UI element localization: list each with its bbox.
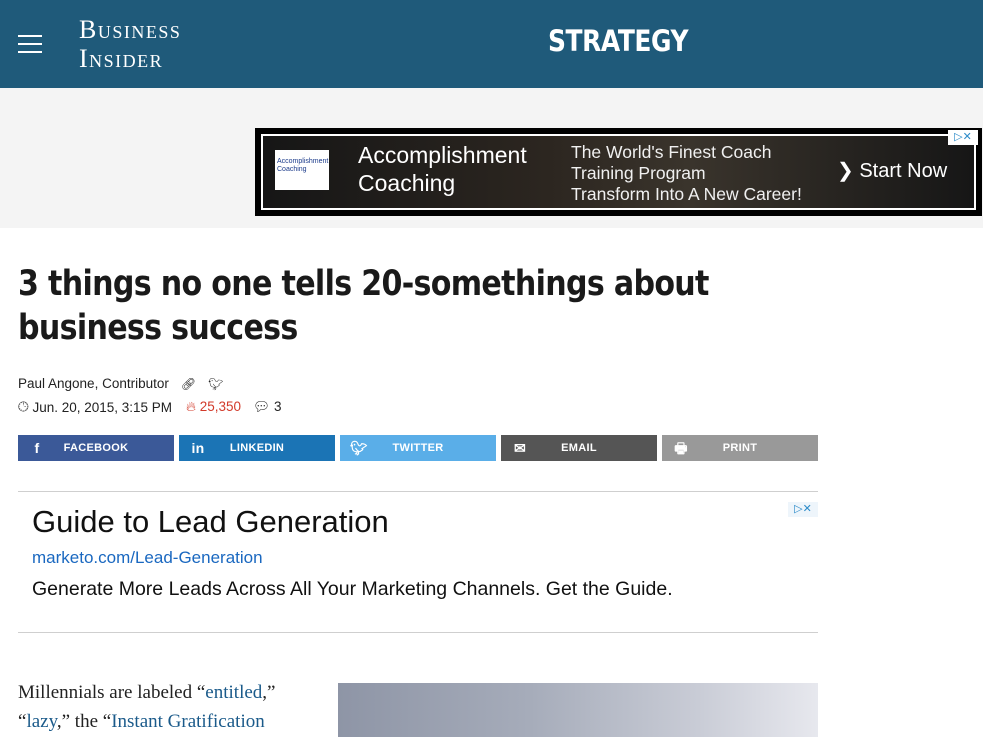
comment-count-value: 3 <box>273 399 282 414</box>
banner-copy-line-1: The World's Finest Coach <box>571 142 772 162</box>
facebook-label: FACEBOOK <box>63 442 129 454</box>
text-ad-url[interactable]: marketo.com/Lead-Generation <box>32 548 263 568</box>
banner-copy: The World's Finest Coach Training Progra… <box>571 142 802 205</box>
link-entitled[interactable]: entitled <box>205 682 262 703</box>
banner-brand: Accomplishment Coaching <box>358 141 527 197</box>
start-now-button[interactable]: ❯ Start Now <box>837 158 947 183</box>
printer-icon: 🖶︎ <box>674 440 688 456</box>
advertiser-logo: Accomplishment Coaching <box>275 150 329 190</box>
banner-ad[interactable]: Accomplishment Coaching Accomplishment C… <box>255 128 982 216</box>
banner-copy-line-2: Training Program <box>571 163 706 183</box>
logo-line-2: Insider <box>79 44 164 73</box>
facebook-share-button[interactable]: f FACEBOOK <box>18 435 174 461</box>
section-title[interactable]: STRATEGY <box>548 24 689 58</box>
article-body: Millennials are labeled “entitled,” “laz… <box>18 678 318 736</box>
text-ad-title[interactable]: Guide to Lead Generation <box>32 504 389 540</box>
adchoices-icon[interactable]: ▷✕ <box>948 130 978 145</box>
twitter-icon[interactable]: 🐦︎ <box>208 377 223 391</box>
body-text: ,” <box>262 682 276 703</box>
adchoices-icon[interactable]: ▷✕ <box>788 502 818 517</box>
byline: Paul Angone, Contributor 🔗︎ 🐦︎ <box>18 376 223 391</box>
site-header: Business Insider STRATEGY <box>0 0 983 88</box>
linkedin-share-button[interactable]: in LINKEDIN <box>179 435 335 461</box>
logo-line-1: Business <box>79 15 182 44</box>
body-text: Millennials are labeled “ <box>18 682 206 703</box>
linkedin-label: LINKEDIN <box>229 442 285 454</box>
facebook-icon: f <box>34 440 40 456</box>
flame-icon: 🔥︎ <box>186 399 196 414</box>
publish-date: Jun. 20, 2015, 3:15 PM <box>32 399 173 415</box>
link-icon[interactable]: 🔗︎ <box>181 377 196 391</box>
banner-ad-frame: Accomplishment Coaching Accomplishment C… <box>261 134 976 210</box>
banner-brand-line-1: Accomplishment <box>358 142 527 168</box>
top-ad-area: Accomplishment Coaching Accomplishment C… <box>0 88 983 228</box>
article-hero-image <box>338 683 818 737</box>
print-button[interactable]: 🖶︎ PRINT <box>662 435 818 461</box>
link-instant-gratification[interactable]: Instant Gratification <box>111 711 265 732</box>
text-ad: Guide to Lead Generation marketo.com/Lea… <box>18 491 818 633</box>
chevron-right-icon: ❯ <box>837 160 854 182</box>
banner-copy-line-3: Transform Into A New Career! <box>571 184 802 204</box>
menu-icon[interactable] <box>18 35 42 53</box>
print-label: PRINT <box>722 442 758 454</box>
comment-count[interactable]: 💬︎ 3 <box>253 399 281 415</box>
start-now-label: Start Now <box>859 160 948 182</box>
site-logo[interactable]: Business Insider <box>79 15 181 73</box>
twitter-label: TWITTER <box>392 442 444 454</box>
envelope-icon: ✉︎ <box>513 440 527 456</box>
article-meta: 🕒︎ Jun. 20, 2015, 3:15 PM 🔥︎ 25,350 💬︎ 3 <box>18 399 281 415</box>
share-bar: f FACEBOOK in LINKEDIN 🐦︎ TWITTER ✉︎ EMA… <box>18 435 818 461</box>
comment-bubble-icon: 💬︎ <box>253 399 271 414</box>
banner-brand-line-2: Coaching <box>358 170 456 196</box>
twitter-share-button[interactable]: 🐦︎ TWITTER <box>340 435 496 461</box>
article-headline: 3 things no one tells 20-somethings abou… <box>18 264 709 348</box>
body-text: ,” the “ <box>56 711 112 732</box>
author-name[interactable]: Paul Angone, Contributor <box>18 376 169 391</box>
view-count-value: 25,350 <box>199 399 242 414</box>
clock-icon: 🕒︎ <box>18 399 33 414</box>
text-ad-description: Generate More Leads Across All Your Mark… <box>32 578 673 600</box>
link-lazy[interactable]: lazy <box>26 711 56 732</box>
twitter-bird-icon: 🐦︎ <box>350 440 369 456</box>
email-share-button[interactable]: ✉︎ EMAIL <box>501 435 657 461</box>
view-count: 🔥︎ 25,350 <box>186 399 241 415</box>
email-label: EMAIL <box>561 442 597 454</box>
linkedin-icon: in <box>191 440 205 456</box>
